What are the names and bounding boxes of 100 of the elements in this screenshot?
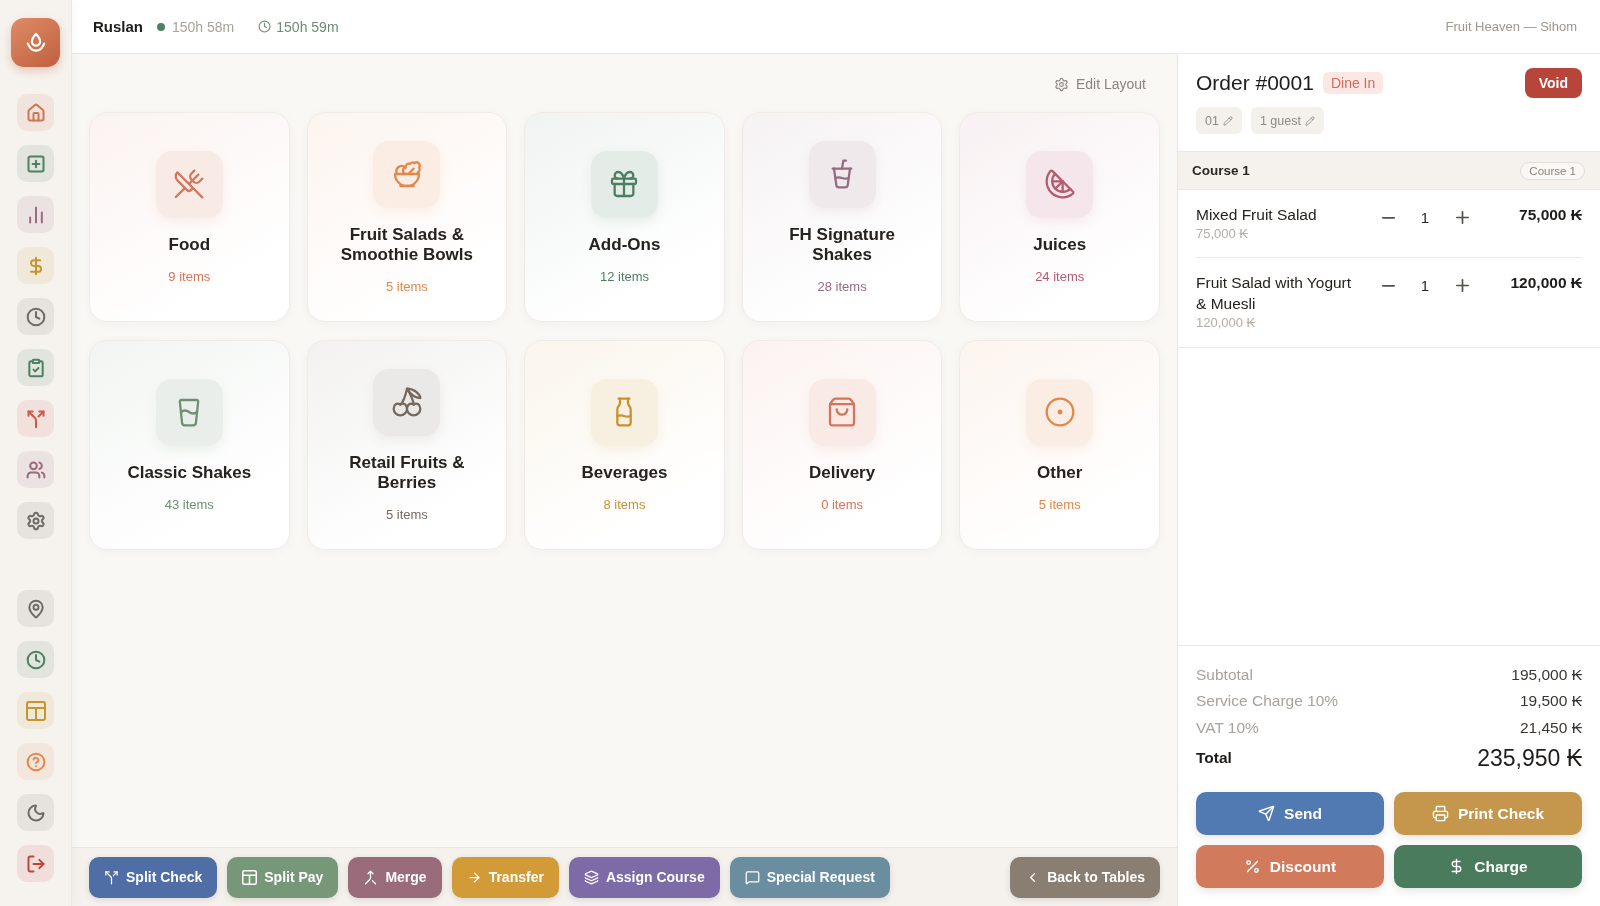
category-card[interactable]: Add-Ons 12 items [524,112,725,322]
category-name: Delivery [809,462,876,483]
category-name: FH Signature Shakes [788,224,896,265]
category-count: 12 items [599,268,650,284]
bowl-icon [373,140,441,208]
order-type-badge: Dine In [1322,72,1384,94]
toolbar-button[interactable]: Transfer [451,856,559,898]
category-card[interactable]: Other 5 items [959,340,1160,550]
category-name: Food [168,234,211,255]
cherries-icon [373,368,441,436]
back-button[interactable]: Back to Tables [1010,856,1160,898]
citrus-slice-icon [1026,150,1094,218]
toolbar-button[interactable]: Special Request [729,856,890,898]
sidebar-button[interactable] [17,845,54,882]
category-card[interactable]: Food 9 items [89,112,290,322]
minus-icon [1381,284,1395,287]
category-count: 5 items [385,506,428,522]
user-name: Ruslan [93,18,143,35]
store-name: Fruit Heaven — Sihom [1445,19,1577,34]
summary-label: Subtotal [1196,665,1253,684]
plus-icon [1455,211,1469,224]
action-button[interactable]: Charge [1394,845,1582,888]
settings-icon [1053,76,1069,92]
summary-value: 21,450 ₭ [1519,718,1582,737]
category-name: Add-Ons [588,234,661,255]
printer-icon [1431,805,1449,822]
void-button[interactable]: Void [1524,68,1582,98]
sidebar-button[interactable] [17,692,54,729]
category-card[interactable]: Retail Fruits & Berries 5 items [306,340,508,550]
clock-icon [258,20,272,33]
action-button[interactable]: Send [1196,792,1384,835]
total-value: 235,950 ₭ [1477,744,1582,772]
toolbar-button[interactable]: Merge [348,856,442,898]
bottle-icon [591,378,658,446]
pencil-icon [1304,115,1315,126]
category-name: Retail Fruits & Berries [348,452,466,493]
action-button[interactable]: Discount [1196,845,1384,888]
sidebar-button[interactable] [17,590,54,627]
action-button[interactable]: Print Check [1394,792,1582,835]
category-card[interactable]: FH Signature Shakes 28 items [741,112,943,322]
status-dot-icon [157,22,165,31]
fork-knife-icon [155,150,223,218]
toolbar-button[interactable]: Split Pay [227,856,339,898]
sidebar-button[interactable] [17,298,54,335]
item-quantity: 1 [1419,209,1431,226]
item-total: 75,000 ₭ [1518,205,1582,225]
total-label: Total [1196,749,1232,767]
category-card[interactable]: Fruit Salads & Smoothie Bowls 5 items [306,112,508,322]
toolbar-button[interactable]: Assign Course [568,856,720,898]
sidebar-button[interactable] [17,451,54,488]
sidebar-button[interactable] [17,794,54,831]
gift-icon [591,150,658,218]
item-unit-price: 75,000 ₭ [1196,225,1249,242]
category-count: 5 items [385,278,428,294]
merge-icon [363,869,379,885]
cup-straw-icon [808,140,876,208]
summary-value: 19,500 ₭ [1519,692,1582,711]
sidebar-button[interactable] [17,247,54,284]
category-count: 24 items [1035,268,1085,284]
percent-icon [1243,858,1261,875]
glass-icon [155,378,223,446]
split-arrow-icon [104,869,119,885]
category-card[interactable]: Beverages 8 items [524,340,725,550]
category-name: Fruit Salads & Smoothie Bowls [339,224,474,265]
item-name: Mixed Fruit Salad [1196,205,1317,225]
category-count: 43 items [164,496,214,512]
edit-layout-button[interactable]: Edit Layout [1053,74,1146,94]
category-name: Beverages [581,462,668,483]
item-name: Fruit Salad with Yogurt & Muesli [1196,273,1353,314]
item-quantity: 1 [1419,277,1431,294]
sidebar-button[interactable] [17,641,54,678]
send-icon [1258,805,1276,822]
toolbar-button[interactable]: Split Check [89,856,218,898]
sidebar-button[interactable] [17,743,54,780]
category-name: Juices [1033,234,1087,255]
edit-chip[interactable]: 1 guest [1250,107,1324,134]
sidebar-button[interactable] [17,349,54,386]
category-name: Other [1037,462,1083,483]
sidebar-button[interactable] [17,400,54,437]
category-card[interactable]: Juices 24 items [959,112,1160,322]
category-card[interactable]: Classic Shakes 43 items [89,340,290,550]
edit-chip[interactable]: 01 [1196,107,1242,134]
item-unit-price: 120,000 ₭ [1196,314,1256,331]
category-count: 5 items [1038,496,1081,512]
category-count: 8 items [603,496,646,512]
sidebar-button[interactable] [17,94,54,131]
summary-value: 195,000 ₭ [1511,665,1582,684]
message-icon [744,869,760,885]
item-total: 120,000 ₭ [1509,273,1582,293]
category-card[interactable]: Delivery 0 items [741,340,943,550]
order-title: Order #0001 [1196,71,1314,95]
summary-label: VAT 10% [1196,718,1259,737]
sidebar-button[interactable] [17,145,54,182]
layers-icon [583,869,599,885]
arrow-right-icon [466,869,482,885]
sidebar-button[interactable] [17,502,54,539]
category-count: 28 items [817,278,867,294]
pencil-icon [1222,115,1233,126]
logo-icon[interactable] [11,18,60,67]
sidebar-button[interactable] [17,196,54,233]
